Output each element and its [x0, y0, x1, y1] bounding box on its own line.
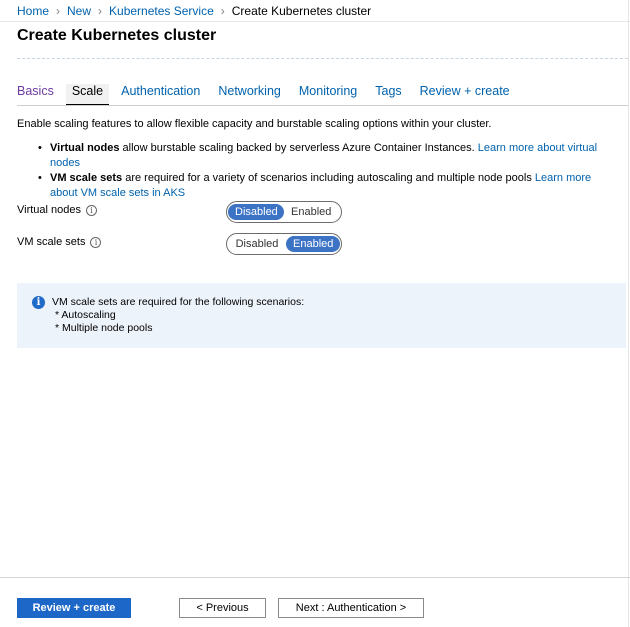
list-item: VM scale sets are required for a variety…	[38, 171, 620, 201]
tab-monitoring[interactable]: Monitoring	[299, 84, 357, 106]
info-banner-line: * Autoscaling	[55, 309, 116, 321]
breadcrumb-chevron-icon: ›	[220, 4, 225, 18]
tab-scale[interactable]: Scale	[65, 84, 110, 106]
wizard-tabs: Basics Scale Authentication Networking M…	[17, 84, 528, 106]
vm-scale-sets-disabled-option[interactable]: Disabled	[228, 236, 286, 252]
blade-edge	[628, 0, 629, 627]
virtual-nodes-enabled-option[interactable]: Enabled	[284, 204, 336, 220]
vm-scale-sets-label: VM scale sets i	[17, 236, 102, 248]
list-item: Virtual nodes allow burstable scaling ba…	[38, 141, 620, 171]
info-banner-line: * Multiple node pools	[55, 322, 153, 334]
virtual-nodes-description: allow burstable scaling backed by server…	[119, 142, 478, 154]
title-divider	[17, 58, 628, 59]
next-authentication-button[interactable]: Next : Authentication >	[278, 598, 424, 618]
tab-basics[interactable]: Basics	[17, 84, 54, 106]
tab-tags[interactable]: Tags	[375, 84, 401, 106]
breadcrumb-chevron-icon: ›	[56, 4, 61, 18]
header-divider	[0, 21, 630, 22]
tabs-divider	[17, 105, 628, 106]
footer-divider	[0, 577, 630, 578]
virtual-nodes-toggle[interactable]: Disabled Enabled	[226, 201, 342, 223]
scale-intro: Enable scaling features to allow flexibl…	[17, 118, 492, 130]
breadcrumb-new[interactable]: New	[67, 4, 91, 18]
breadcrumb-current: Create Kubernetes cluster	[231, 4, 372, 18]
virtual-nodes-term: Virtual nodes	[50, 142, 120, 154]
previous-button[interactable]: < Previous	[179, 598, 266, 618]
vm-scale-sets-label-text: VM scale sets	[17, 236, 86, 248]
virtual-nodes-label-text: Virtual nodes	[17, 204, 82, 216]
info-icon: i	[32, 296, 45, 309]
info-banner: i VM scale sets are required for the fol…	[17, 283, 626, 348]
breadcrumb-chevron-icon: ›	[98, 4, 103, 18]
breadcrumb-kubernetes-service[interactable]: Kubernetes Service	[109, 4, 214, 18]
tab-authentication[interactable]: Authentication	[121, 84, 200, 106]
vm-scale-sets-description: are required for a variety of scenarios …	[122, 172, 535, 184]
info-circle-icon[interactable]: i	[86, 204, 98, 216]
vm-scale-sets-toggle[interactable]: Disabled Enabled	[226, 233, 342, 255]
vm-scale-sets-term: VM scale sets	[50, 172, 123, 184]
page-title: Create Kubernetes cluster	[17, 27, 217, 44]
virtual-nodes-label: Virtual nodes i	[17, 204, 98, 216]
feature-list: Virtual nodes allow burstable scaling ba…	[38, 141, 620, 201]
info-circle-icon[interactable]: i	[90, 236, 102, 248]
tab-networking[interactable]: Networking	[218, 84, 281, 106]
virtual-nodes-disabled-option[interactable]: Disabled	[228, 204, 284, 220]
breadcrumb: Home › New › Kubernetes Service › Create…	[17, 4, 371, 18]
review-create-button[interactable]: Review + create	[17, 598, 131, 618]
info-banner-title: VM scale sets are required for the follo…	[52, 296, 305, 308]
breadcrumb-home[interactable]: Home	[17, 4, 49, 18]
info-banner-text: VM scale sets are required for the follo…	[52, 296, 304, 335]
vm-scale-sets-enabled-option[interactable]: Enabled	[286, 236, 340, 252]
tab-review-create[interactable]: Review + create	[420, 84, 510, 106]
